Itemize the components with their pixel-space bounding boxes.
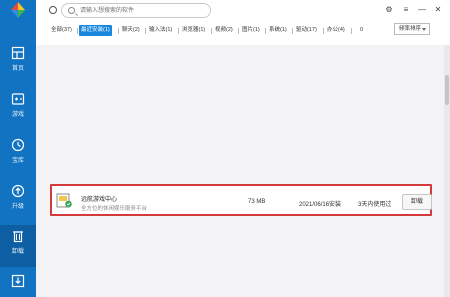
top-bar: ⚙ ≡ — ✕	[36, 0, 450, 22]
sidebar-item-label: 升级	[11, 204, 24, 210]
settings-icon[interactable]: ⚙	[384, 5, 394, 15]
sort-dropdown[interactable]: 频率排序	[394, 23, 430, 35]
search-icon	[68, 7, 75, 14]
tab-system[interactable]: 系统(1)	[267, 25, 289, 36]
uninstall-button[interactable]: 卸载	[402, 194, 432, 210]
tab-chat[interactable]: 聊天(2)	[120, 25, 142, 36]
sidebar-item-label: 卸载	[11, 249, 24, 255]
app-description: 全方位的休闲娱乐服务平台	[81, 206, 148, 212]
home-icon	[11, 46, 25, 60]
sidebar-item-home[interactable]: 首页	[0, 42, 36, 82]
tab-picture[interactable]: 图片(1)	[240, 25, 262, 36]
last-used: 3天内使用过	[358, 202, 392, 208]
treasure-icon	[11, 138, 25, 152]
minimize-icon[interactable]: —	[417, 5, 427, 15]
trash-icon	[13, 231, 23, 243]
close-icon[interactable]: ✕	[433, 5, 443, 15]
chevron-down-icon	[422, 28, 426, 31]
download-icon	[11, 274, 25, 288]
sidebar-item-label: 宝库	[11, 158, 24, 164]
sidebar-item-treasure[interactable]: 宝库	[0, 134, 36, 174]
sidebar-item-upgrade[interactable]: 升级	[0, 180, 36, 220]
install-date: 2021/06/16安装	[299, 202, 342, 208]
sidebar-item-games[interactable]: 游戏	[0, 88, 36, 128]
sidebar: 首页 游戏 宝库 升级 卸载	[0, 0, 36, 297]
scrollbar-thumb[interactable]	[445, 75, 449, 105]
app-logo-icon	[11, 2, 25, 18]
sort-label: 频率排序	[399, 26, 422, 32]
tab-recent[interactable]: 最近安装(1)	[79, 25, 112, 36]
tab-input[interactable]: 输入法(1)	[147, 25, 174, 36]
sidebar-item-label: 游戏	[11, 112, 24, 118]
sidebar-item-uninstall[interactable]: 卸载	[0, 225, 36, 267]
sidebar-item-download[interactable]	[0, 270, 36, 296]
tab-browser[interactable]: 浏览器(1)	[180, 25, 207, 36]
sidebar-item-label: 首页	[11, 66, 24, 72]
game-center-icon	[56, 193, 72, 208]
refresh-icon[interactable]	[49, 6, 57, 14]
upgrade-icon	[11, 184, 25, 198]
tab-driver[interactable]: 驱动(17)	[294, 25, 319, 36]
menu-icon[interactable]: ≡	[401, 5, 411, 15]
app-size: 73 MB	[248, 199, 266, 205]
tab-other[interactable]: 0	[358, 25, 365, 36]
app-list	[36, 45, 444, 297]
main-panel: ⚙ ≡ — ✕ 全部(37) 最近安装(1) 聊天(2) 输入法(1) 浏览器(…	[36, 0, 450, 297]
tab-office[interactable]: 办公(4)	[325, 25, 347, 36]
tab-all[interactable]: 全部(37)	[49, 25, 74, 36]
app-name: 远航游戏中心	[81, 197, 118, 203]
gamepad-icon	[11, 93, 25, 105]
search-box[interactable]	[61, 3, 211, 18]
category-tabs: 全部(37) 最近安装(1) 聊天(2) 输入法(1) 浏览器(1) 视频(2)…	[36, 25, 450, 39]
search-input[interactable]	[80, 5, 208, 16]
list-item[interactable]: 远航游戏中心 全方位的休闲娱乐服务平台 73 MB 2021/06/16安装 3…	[50, 184, 432, 216]
tab-video[interactable]: 视频(2)	[213, 25, 235, 36]
